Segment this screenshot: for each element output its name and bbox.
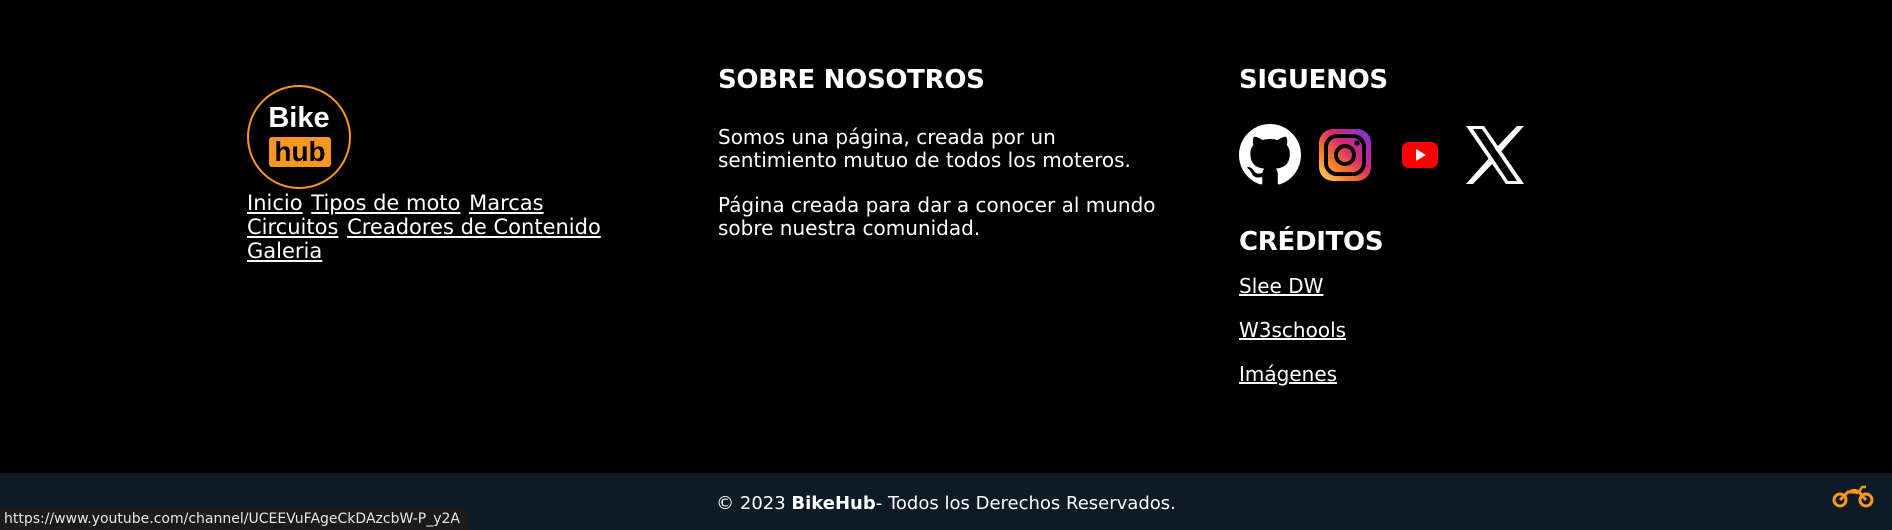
motorcycle-icon[interactable] [1832, 484, 1874, 508]
credit-link-slee-dw[interactable]: Slee DW [1239, 274, 1639, 298]
nav-link-creadores[interactable]: Creadores de Contenido [347, 215, 601, 239]
credit-link-w3schools[interactable]: W3schools [1239, 318, 1639, 342]
about-paragraph-1: Somos una página, creada por un sentimie… [718, 125, 1131, 172]
social-credits-column: SIGUENOS CRÉDITOS Slee DW W3schools Imág… [1239, 64, 1639, 406]
about-title: SOBRE NOSOTROS [718, 65, 985, 95]
copyright-brand: BikeHub [791, 493, 876, 514]
nav-link-galeria[interactable]: Galeria [247, 239, 322, 263]
footer-nav: Inicio Tipos de moto Marcas Circuitos Cr… [247, 191, 607, 263]
credit-link-imagenes[interactable]: Imágenes [1239, 362, 1639, 386]
status-bar-url: https://www.youtube.com/channel/UCEEVuFA… [0, 508, 468, 530]
instagram-icon[interactable] [1314, 124, 1376, 186]
credits-title: CRÉDITOS [1239, 227, 1384, 257]
about-paragraph-2: Página creada para dar a conocer al mund… [718, 193, 1156, 240]
github-icon[interactable] [1239, 124, 1301, 186]
logo-text-hub: hub [269, 137, 331, 167]
copyright-suffix: - Todos los Derechos Reservados. [875, 493, 1176, 514]
nav-link-circuitos[interactable]: Circuitos [247, 215, 338, 239]
copyright-prefix: © 2023 [716, 493, 792, 514]
nav-link-marcas[interactable]: Marcas [469, 191, 544, 215]
footer-brand-column: Bike hub Inicio Tipos de moto Marcas Cir… [247, 85, 607, 263]
nav-link-inicio[interactable]: Inicio [247, 191, 303, 215]
bikehub-logo[interactable]: Bike hub [247, 85, 351, 189]
credits-links: Slee DW W3schools Imágenes [1239, 274, 1639, 386]
logo-text-bike: Bike [268, 102, 330, 134]
social-links [1239, 124, 1639, 186]
about-column: SOBRE NOSOTROS Somos una página, creada … [718, 64, 1178, 240]
x-icon[interactable] [1464, 124, 1526, 186]
youtube-icon[interactable] [1389, 124, 1451, 186]
social-title: SIGUENOS [1239, 65, 1388, 95]
nav-link-tipos-de-moto[interactable]: Tipos de moto [311, 191, 460, 215]
site-footer: Bike hub Inicio Tipos de moto Marcas Cir… [0, 0, 1892, 473]
